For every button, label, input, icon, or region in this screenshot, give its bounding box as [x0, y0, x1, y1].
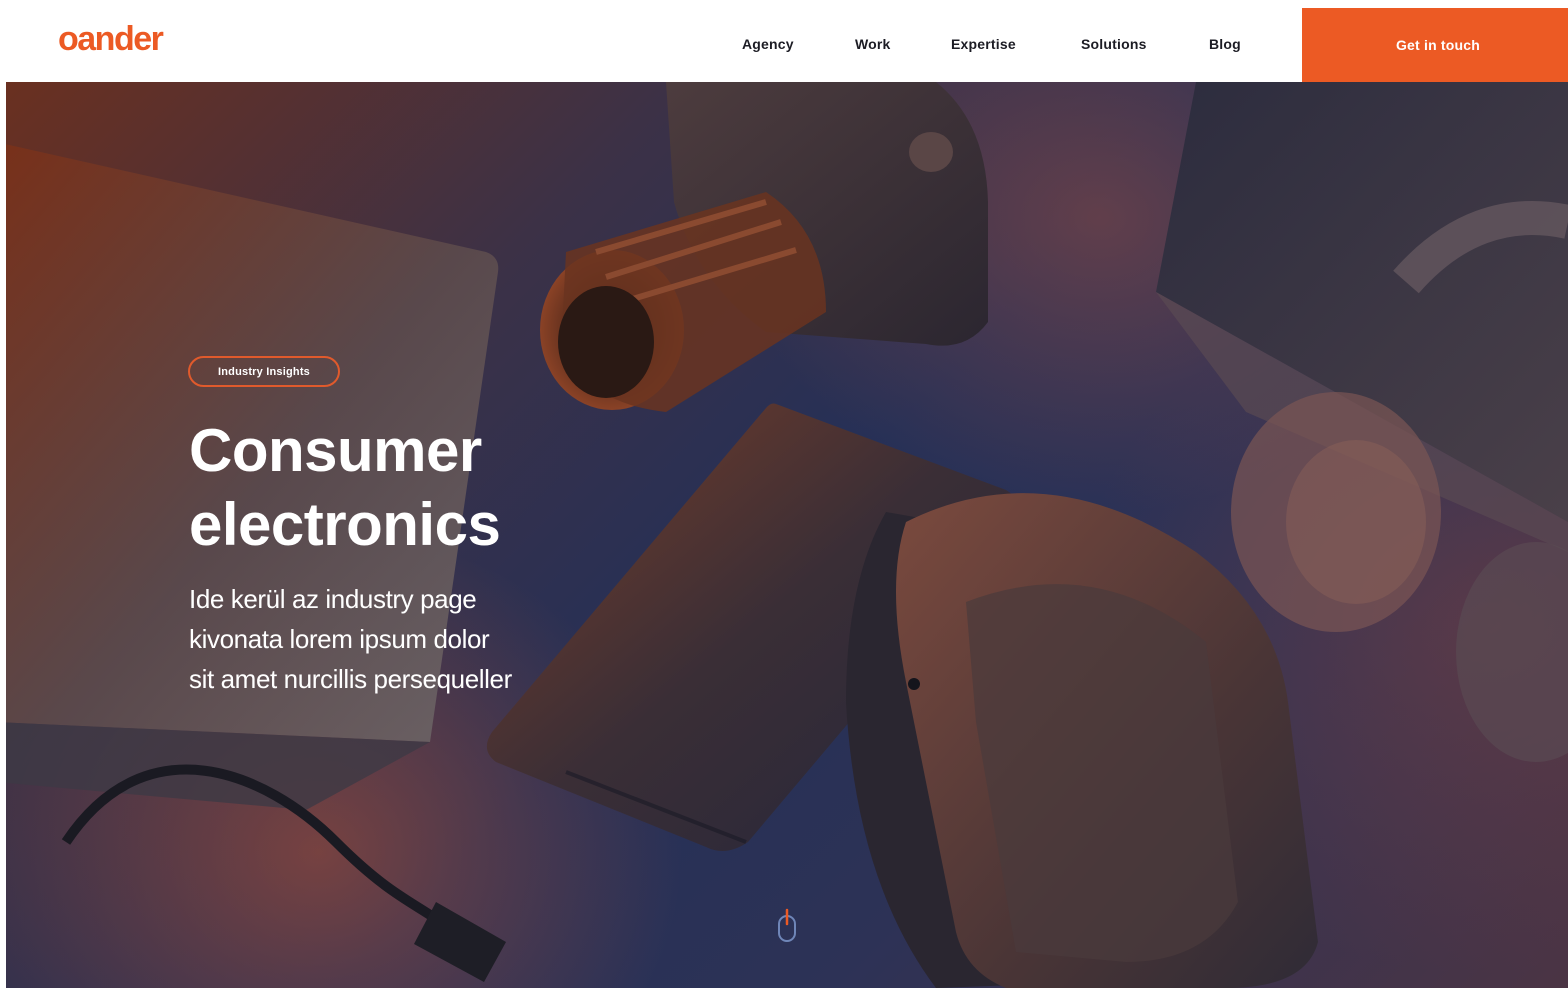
nav-item-agency[interactable]: Agency	[742, 36, 794, 52]
hero-title-line-1: Consumer	[189, 417, 482, 484]
hero-title: Consumer electronics	[189, 414, 709, 562]
nav-item-expertise[interactable]: Expertise	[951, 36, 1016, 52]
nav-item-solutions[interactable]: Solutions	[1081, 36, 1147, 52]
hero-section: Industry Insights Consumer electronics I…	[6, 82, 1568, 988]
hero-lead-line-1: Ide kerül az industry page	[189, 584, 477, 614]
hero-lead-text: Ide kerül az industry page kivonata lore…	[189, 579, 659, 699]
hero-lead-line-2: kivonata lorem ipsum dolor	[189, 624, 490, 654]
mouse-scroll-icon[interactable]	[776, 908, 798, 944]
get-in-touch-button[interactable]: Get in touch	[1302, 8, 1568, 82]
main-nav: Agency Work Expertise Solutions Blog	[0, 0, 1300, 82]
nav-item-work[interactable]: Work	[855, 36, 891, 52]
nav-item-blog[interactable]: Blog	[1209, 36, 1241, 52]
hero-lead-line-3: sit amet nurcillis persequeller	[189, 664, 512, 694]
hero-title-line-2: electronics	[189, 491, 501, 558]
industry-insights-tag: Industry Insights	[188, 356, 340, 387]
site-header: oander Agency Work Expertise Solutions B…	[0, 0, 1568, 82]
